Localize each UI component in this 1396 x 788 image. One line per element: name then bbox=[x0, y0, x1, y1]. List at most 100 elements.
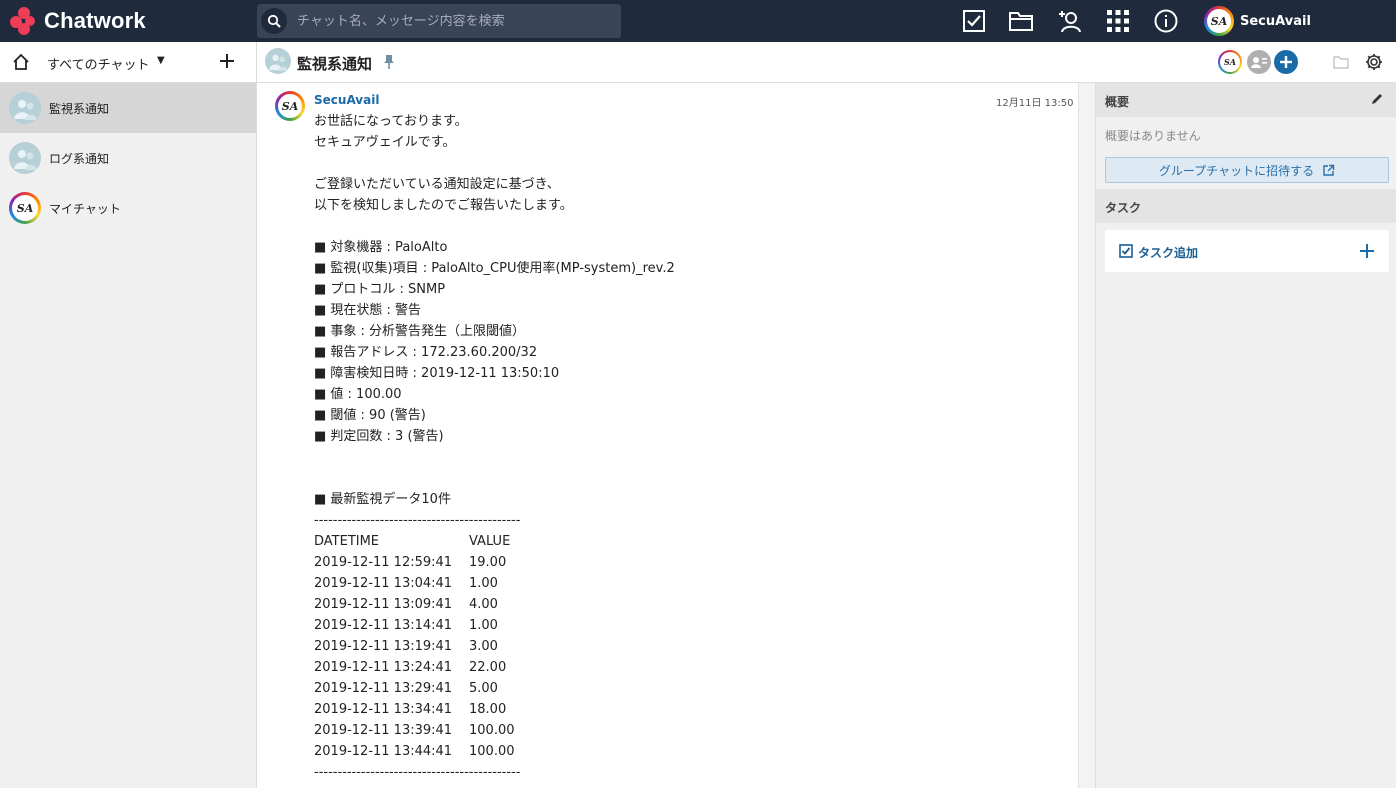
chatwork-logo-icon bbox=[10, 7, 38, 35]
caret-down-icon[interactable]: ▼ bbox=[157, 55, 165, 66]
message-timeline: SA SecuAvail 12月11日 13:50 お世話になっております。 セ… bbox=[257, 83, 1078, 788]
message-line: セキュアヴェイルです。 bbox=[314, 135, 456, 150]
avatar-initials: SA bbox=[16, 201, 34, 215]
data-datetime: 2019-12-11 12:59:41 bbox=[314, 555, 453, 570]
data-value: 3.00 bbox=[469, 639, 498, 654]
group-avatar-icon bbox=[9, 92, 41, 124]
room-item-mychat[interactable]: SA マイチャット bbox=[0, 183, 256, 233]
sidebar-header: すべてのチャット ▼ bbox=[0, 42, 256, 83]
data-value: 19.00 bbox=[469, 555, 507, 570]
home-icon[interactable] bbox=[12, 53, 30, 75]
room-item-monitoring[interactable]: 監視系通知 bbox=[0, 83, 256, 133]
message-line: お世話になっております。 bbox=[314, 114, 468, 129]
message-line: ■ 値 : 100.00 bbox=[314, 387, 402, 402]
search-bar[interactable] bbox=[257, 4, 621, 38]
add-member-button[interactable] bbox=[1274, 50, 1298, 78]
file-folder-icon[interactable] bbox=[1333, 55, 1349, 73]
data-row: 2019-12-11 13:44:41 100.00 bbox=[314, 741, 675, 762]
room-item-log[interactable]: ログ系通知 bbox=[0, 133, 256, 183]
data-row: 2019-12-11 13:04:41 1.00 bbox=[314, 573, 675, 594]
sender-avatar[interactable]: SA bbox=[275, 91, 305, 121]
mychat-avatar: SA bbox=[9, 192, 41, 224]
message-line: ■ 判定回数 : 3 (警告) bbox=[314, 429, 444, 444]
member-avatar[interactable]: SA bbox=[1218, 50, 1242, 74]
data-value: 4.00 bbox=[469, 597, 498, 612]
task-header: タスク bbox=[1096, 189, 1396, 223]
user-avatar: SA bbox=[1204, 6, 1234, 36]
add-task-label: タスク追加 bbox=[1138, 246, 1199, 260]
settings-gear-icon[interactable] bbox=[1365, 53, 1383, 75]
user-name: SecuAvail bbox=[1240, 13, 1311, 29]
message-line: 以下を検知しましたのでご報告いたします。 bbox=[314, 198, 573, 213]
folder-icon[interactable] bbox=[1008, 8, 1034, 34]
data-datetime: 2019-12-11 13:24:41 bbox=[314, 660, 453, 675]
data-datetime: 2019-12-11 13:04:41 bbox=[314, 576, 453, 591]
data-value: 1.00 bbox=[469, 576, 498, 591]
data-value: 22.00 bbox=[469, 660, 507, 675]
data-value: 100.00 bbox=[469, 723, 515, 738]
value-header: VALUE bbox=[469, 534, 511, 549]
message-line: ■ 最新監視データ10件 bbox=[314, 492, 451, 507]
message-sender[interactable]: SecuAvail bbox=[314, 93, 379, 107]
data-datetime: 2019-12-11 13:44:41 bbox=[314, 744, 453, 759]
message-line bbox=[314, 468, 675, 489]
avatar-initials: SA bbox=[1210, 14, 1228, 28]
right-panel: 概要 概要はありません グループチャットに招待する タスク タスク追加 bbox=[1095, 83, 1396, 788]
timeline-scrollbar[interactable] bbox=[1078, 83, 1095, 788]
data-row: 2019-12-11 13:09:41 4.00 bbox=[314, 594, 675, 615]
top-bar: Chatwork SA SecuAvail bbox=[0, 0, 1396, 42]
edit-pencil-icon[interactable] bbox=[1370, 92, 1384, 110]
datetime-header: DATETIME bbox=[314, 534, 380, 549]
member-list-icon[interactable] bbox=[1247, 50, 1271, 78]
message-line: ■ 報告アドレス : 172.23.60.200/32 bbox=[314, 345, 538, 360]
room-name: ログ系通知 bbox=[49, 151, 110, 166]
summary-header: 概要 bbox=[1096, 83, 1396, 117]
user-menu[interactable]: SA SecuAvail bbox=[1204, 6, 1311, 36]
pin-icon[interactable] bbox=[383, 54, 395, 74]
add-task-plus-icon[interactable] bbox=[1358, 242, 1376, 264]
data-row: 2019-12-11 13:34:41 18.00 bbox=[314, 699, 675, 720]
message-line: ■ プロトコル : SNMP bbox=[314, 282, 446, 297]
chatwork-logo[interactable]: Chatwork bbox=[10, 7, 146, 35]
message-body: お世話になっております。 セキュアヴェイルです。 ご登録いただいている通知設定に… bbox=[314, 111, 675, 783]
message-line: ----------------------------------------… bbox=[314, 513, 521, 528]
apps-grid-icon[interactable] bbox=[1105, 8, 1131, 34]
data-datetime: 2019-12-11 13:14:41 bbox=[314, 618, 453, 633]
group-avatar-icon bbox=[9, 142, 41, 174]
search-input[interactable] bbox=[297, 13, 621, 29]
avatar-initials: SA bbox=[1224, 57, 1236, 67]
message-line: ■ 現在状態 : 警告 bbox=[314, 303, 422, 318]
message-line: ■ 閾値 : 90 (警告) bbox=[314, 408, 426, 423]
data-value: 5.00 bbox=[469, 681, 498, 696]
data-row: 2019-12-11 13:39:41 100.00 bbox=[314, 720, 675, 741]
add-chat-icon[interactable] bbox=[217, 51, 237, 75]
invite-label: グループチャットに招待する bbox=[1158, 163, 1315, 178]
sidebar: すべてのチャット ▼ 監視系通知 ログ系通知 SA マイチャット bbox=[0, 42, 257, 788]
data-value: 1.00 bbox=[469, 618, 498, 633]
invite-group-chat-button[interactable]: グループチャットに招待する bbox=[1105, 157, 1389, 183]
message-line: ■ 対象機器 : PaloAlto bbox=[314, 240, 448, 255]
message-line: ■ 監視(収集)項目 : PaloAlto_CPU使用率(MP-system)_… bbox=[314, 261, 675, 276]
external-link-icon bbox=[1322, 164, 1335, 177]
app-name: Chatwork bbox=[44, 8, 146, 33]
room-header: 監視系通知 SA bbox=[257, 42, 1396, 83]
data-row: 2019-12-11 13:24:41 22.00 bbox=[314, 657, 675, 678]
data-value: 18.00 bbox=[469, 702, 507, 717]
room-name: マイチャット bbox=[49, 201, 121, 216]
info-icon[interactable] bbox=[1153, 8, 1179, 34]
data-table-header: DATETIME VALUE bbox=[314, 531, 675, 552]
add-task-card[interactable]: タスク追加 bbox=[1105, 230, 1389, 272]
search-icon[interactable] bbox=[261, 8, 287, 34]
task-title: タスク bbox=[1105, 201, 1142, 215]
message-timestamp: 12月11日 13:50 bbox=[996, 98, 1074, 109]
message-line bbox=[314, 153, 675, 174]
chat-filter-dropdown[interactable]: すべてのチャット bbox=[47, 54, 149, 73]
task-checkbox-icon[interactable] bbox=[961, 8, 987, 34]
message-line: ■ 事象 : 分析警告発生（上限閾値） bbox=[314, 324, 526, 339]
room-title: 監視系通知 bbox=[297, 55, 373, 73]
data-row: 2019-12-11 13:19:41 3.00 bbox=[314, 636, 675, 657]
room-avatar-icon bbox=[265, 48, 291, 74]
data-datetime: 2019-12-11 13:39:41 bbox=[314, 723, 453, 738]
summary-title: 概要 bbox=[1105, 95, 1130, 109]
add-contact-icon[interactable] bbox=[1057, 8, 1083, 34]
